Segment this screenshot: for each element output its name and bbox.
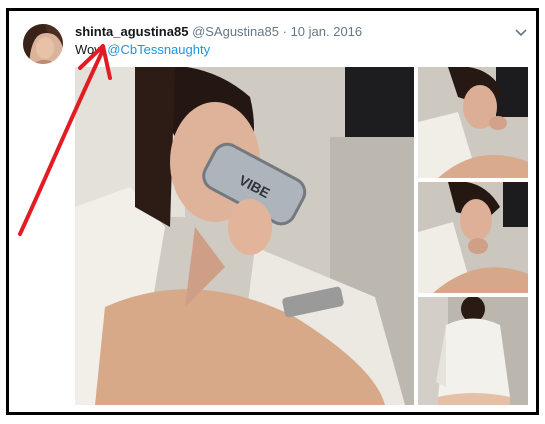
media-photo-main[interactable]: VIBE <box>75 67 414 405</box>
media-grid: VIBE <box>75 67 528 405</box>
tweet-text-prefix: Wow <box>75 42 104 57</box>
tweet-date[interactable]: 10 jan. 2016 <box>291 24 363 39</box>
mention-link[interactable]: @CbTessnaughty <box>107 42 210 57</box>
user-handle[interactable]: @SAgustina85 <box>192 24 279 39</box>
avatar[interactable] <box>23 24 63 64</box>
media-photo-thumb-2[interactable] <box>418 182 528 293</box>
separator-dot: · <box>282 24 287 39</box>
tweet-text: Wow @CbTessnaughty <box>75 42 210 57</box>
screenshot-frame: shinta_agustina85 @SAgustina85 · 10 jan.… <box>6 8 539 415</box>
chevron-down-icon[interactable] <box>514 25 528 37</box>
tweet-header: shinta_agustina85 @SAgustina85 · 10 jan.… <box>75 24 362 39</box>
media-photo-thumb-1[interactable] <box>418 67 528 178</box>
display-name[interactable]: shinta_agustina85 <box>75 24 188 39</box>
media-photo-thumb-3[interactable] <box>418 297 528 405</box>
